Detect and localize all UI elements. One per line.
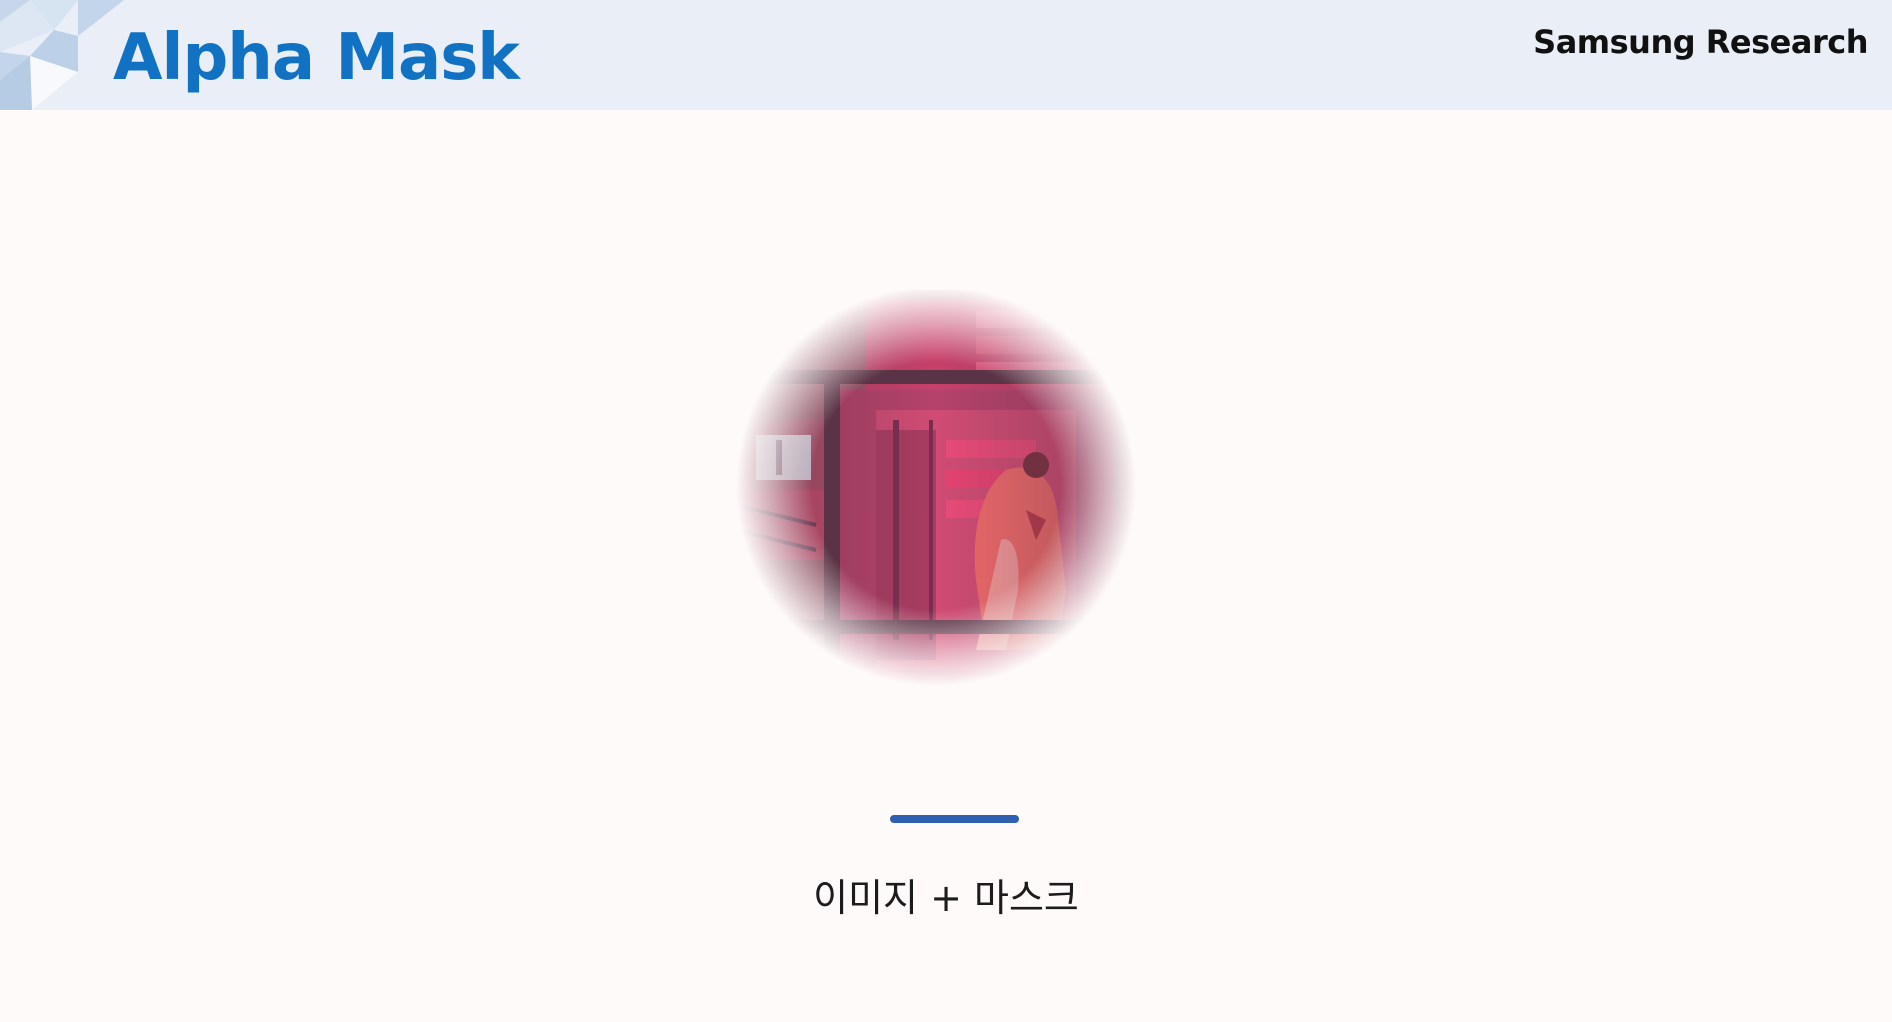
triangle-pattern-decoration	[0, 0, 124, 110]
accent-divider	[890, 815, 1019, 823]
masked-image	[736, 290, 1136, 690]
page-title: Alpha Mask	[113, 21, 520, 95]
image-caption: 이미지 + 마스크	[813, 876, 1079, 920]
brand-logo: Samsung Research	[1533, 23, 1868, 61]
header-bar: Alpha Mask Samsung Research	[0, 0, 1892, 110]
